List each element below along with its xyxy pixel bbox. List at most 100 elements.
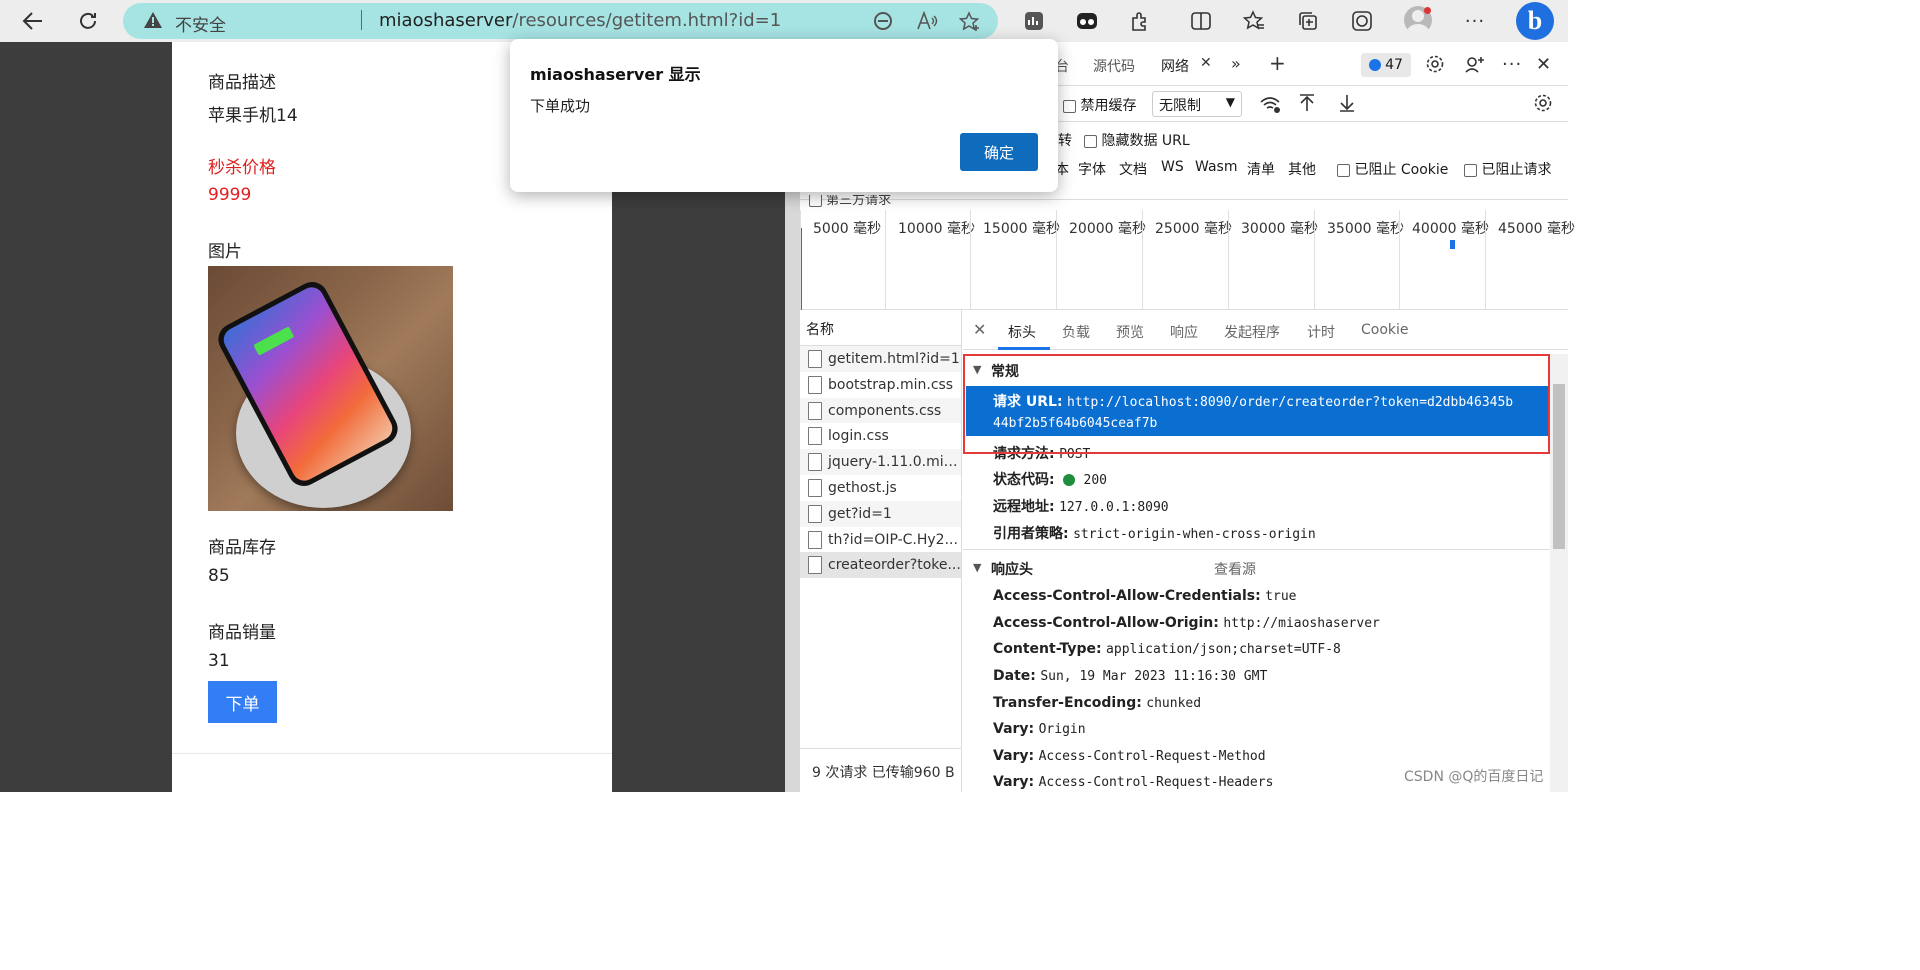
- alert-dialog: miaoshaserver 显示 下单成功 确定: [510, 39, 1058, 192]
- import-har-icon[interactable]: [1298, 93, 1316, 117]
- close-devtools-icon[interactable]: ✕: [1536, 54, 1551, 75]
- request-row[interactable]: components.css: [800, 397, 961, 424]
- highlight-annotation-box: [963, 354, 1550, 454]
- export-har-icon[interactable]: [1338, 93, 1356, 117]
- close-detail-icon[interactable]: ✕: [973, 320, 986, 339]
- remote-key: 远程地址:: [993, 499, 1055, 515]
- split-screen-icon[interactable]: [1186, 6, 1216, 36]
- blocked-requests-checkbox[interactable]: 已阻止请求: [1464, 159, 1551, 179]
- message-icon: [1369, 59, 1382, 71]
- section-divider: [963, 549, 1550, 550]
- tab-preview[interactable]: 预览: [1116, 322, 1144, 342]
- favorites-icon[interactable]: [1239, 6, 1269, 36]
- order-button[interactable]: 下单: [208, 681, 277, 723]
- collapse-triangle-icon[interactable]: ▼: [973, 561, 981, 574]
- dialog-ok-button[interactable]: 确定: [960, 133, 1038, 171]
- filter-font[interactable]: 字体: [1078, 159, 1106, 179]
- close-tab-icon[interactable]: ✕: [1200, 55, 1212, 71]
- name-column-header[interactable]: 名称: [800, 310, 961, 346]
- request-row[interactable]: gethost.js: [800, 475, 961, 501]
- response-section-title[interactable]: 响应头: [991, 559, 1033, 579]
- referrer-value: strict-origin-when-cross-origin: [1073, 527, 1316, 542]
- header-key: Date:: [993, 668, 1036, 684]
- request-row[interactable]: login.css: [800, 423, 961, 449]
- edge-compat-icon[interactable]: [873, 11, 893, 35]
- blocked-cookies-checkbox[interactable]: 已阻止 Cookie: [1337, 159, 1448, 179]
- bing-icon[interactable]: b: [1516, 2, 1554, 40]
- more-icon[interactable]: ···: [1460, 6, 1490, 36]
- filter-ws[interactable]: WS: [1161, 159, 1184, 175]
- disable-cache-checkbox[interactable]: 禁用缓存: [1063, 95, 1136, 115]
- url-text[interactable]: miaoshaserver/resources/getitem.html?id=…: [379, 10, 781, 31]
- dialog-title: miaoshaserver 显示: [530, 65, 701, 84]
- network-settings-icon[interactable]: [1533, 93, 1553, 117]
- throttle-select[interactable]: 无限制 ▼: [1152, 91, 1242, 117]
- network-conditions-icon[interactable]: [1259, 94, 1281, 118]
- request-row[interactable]: bootstrap.min.css: [800, 372, 961, 398]
- tab-sources[interactable]: 源代码: [1093, 56, 1135, 76]
- timeline-tick: 5000 毫秒: [800, 210, 881, 310]
- price-value: 9999: [208, 185, 252, 205]
- filter-doc[interactable]: 文档: [1119, 159, 1147, 179]
- performance-icon[interactable]: [1019, 6, 1049, 36]
- devtools-more-icon[interactable]: ···: [1502, 54, 1522, 75]
- tab-payload[interactable]: 负载: [1062, 322, 1090, 342]
- favorite-add-icon[interactable]: [958, 11, 981, 37]
- warning-icon: [143, 11, 163, 33]
- tab-headers[interactable]: 标头: [1008, 322, 1036, 342]
- request-row[interactable]: jquery-1.11.0.min.js: [800, 449, 961, 475]
- scrollbar-thumb[interactable]: [1553, 384, 1565, 549]
- disable-cache-label: 禁用缓存: [1080, 98, 1137, 114]
- tab-response[interactable]: 响应: [1170, 322, 1198, 342]
- request-row-selected[interactable]: createorder?toke...: [800, 552, 961, 579]
- issues-count: 47: [1385, 57, 1403, 73]
- browser-essentials-icon[interactable]: [1347, 6, 1377, 36]
- browser-toolbar: 不安全 miaoshaserver/resources/getitem.html…: [0, 0, 1568, 42]
- tab-network[interactable]: 网络: [1161, 56, 1189, 76]
- extensions-icon[interactable]: [1125, 6, 1155, 36]
- view-source-link[interactable]: 查看源: [1214, 559, 1256, 579]
- tab-cookies[interactable]: Cookie: [1361, 322, 1409, 338]
- header-value: true: [1265, 589, 1297, 604]
- tab-timing[interactable]: 计时: [1307, 322, 1335, 342]
- remote-devices-icon[interactable]: [1464, 54, 1486, 78]
- filter-other[interactable]: 其他: [1288, 159, 1316, 179]
- header-value: Origin: [1038, 722, 1086, 737]
- tab-initiator[interactable]: 发起程序: [1224, 322, 1280, 342]
- filter-manifest[interactable]: 清单: [1247, 159, 1275, 179]
- referrer-key: 引用者策略:: [993, 526, 1069, 542]
- address-bar[interactable]: 不安全 miaoshaserver/resources/getitem.html…: [123, 3, 998, 39]
- desc-value: 苹果手机14: [208, 106, 298, 126]
- detail-scrollbar[interactable]: [1550, 354, 1568, 792]
- request-detail: ✕ 标头 负载 预览 响应 发起程序 计时 Cookie ▼ 常规 请求 URL…: [963, 310, 1568, 792]
- settings-icon[interactable]: [1425, 54, 1445, 78]
- extension-glasses-icon[interactable]: [1072, 6, 1102, 36]
- referrer-policy-row: 引用者策略: strict-origin-when-cross-origin: [993, 523, 1316, 543]
- collections-icon[interactable]: [1293, 6, 1323, 36]
- request-list: 名称 getitem.html?id=1 bootstrap.min.css c…: [800, 310, 962, 792]
- header-value: Sun, 19 Mar 2023 11:16:30 GMT: [1040, 669, 1268, 684]
- request-row[interactable]: get?id=1: [800, 500, 961, 527]
- request-row[interactable]: getitem.html?id=1: [800, 346, 961, 372]
- refresh-icon[interactable]: [73, 6, 103, 36]
- issues-badge[interactable]: 47: [1361, 53, 1411, 77]
- page-divider: [172, 753, 612, 754]
- hide-data-urls-checkbox[interactable]: 隐藏数据 URL: [1084, 130, 1190, 150]
- url-path: /resources/getitem.html?id=1: [512, 10, 782, 31]
- back-icon[interactable]: [18, 6, 48, 36]
- header-key: Content-Type:: [993, 641, 1102, 657]
- header-value: http://miaoshaserver: [1223, 616, 1380, 631]
- filter-wasm[interactable]: Wasm: [1195, 159, 1237, 175]
- network-timeline[interactable]: 5000 毫秒 10000 毫秒 15000 毫秒 20000 毫秒 25000…: [800, 210, 1575, 310]
- request-row[interactable]: th?id=OIP-C.Hy2...: [800, 527, 961, 553]
- add-tab-icon[interactable]: +: [1269, 51, 1286, 75]
- status-value: 200: [1083, 473, 1107, 488]
- sales-value: 31: [208, 651, 230, 671]
- header-value: Access-Control-Request-Method: [1038, 749, 1266, 764]
- more-tabs-icon[interactable]: »: [1231, 54, 1241, 73]
- timeline-tick: 45000 毫秒: [1485, 210, 1575, 310]
- active-tab-underline: [998, 347, 1050, 350]
- timeline-tick: 30000 毫秒: [1228, 210, 1318, 310]
- response-header-row: Access-Control-Allow-Origin: http://miao…: [993, 615, 1380, 631]
- read-aloud-icon[interactable]: [916, 10, 938, 35]
